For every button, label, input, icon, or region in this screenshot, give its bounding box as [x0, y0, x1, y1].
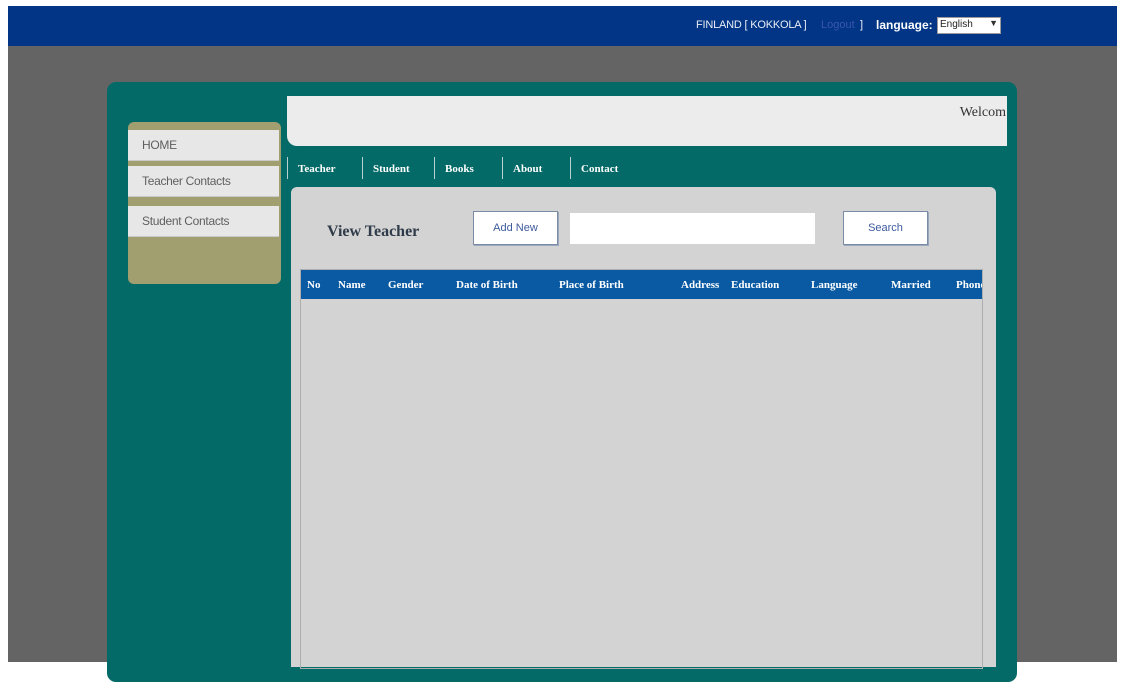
- tab-contact[interactable]: Contact: [570, 157, 642, 179]
- column-header-place-of-birth: Place of Birth: [559, 279, 624, 291]
- top-bar: FINLAND [ KOKKOLA ] Logout ] language: E…: [8, 6, 1117, 46]
- tab-student[interactable]: Student: [362, 157, 434, 179]
- header-band: Welcom: [287, 96, 1007, 146]
- search-input[interactable]: [570, 213, 815, 244]
- column-header-address: Address: [681, 279, 720, 291]
- page-title: View Teacher: [327, 223, 420, 240]
- sidebar-item-teacher-contacts[interactable]: Teacher Contacts: [128, 166, 279, 197]
- sidebar: HOME Teacher Contacts Student Contacts: [128, 122, 281, 284]
- language-selected-value: English: [940, 19, 973, 30]
- language-select[interactable]: English ▼: [937, 17, 1001, 34]
- welcome-text: Welcom: [959, 105, 1006, 120]
- column-header-phone: Phone: [956, 279, 982, 291]
- teacher-table: No Name Gender Date of Birth Place of Bi…: [300, 269, 983, 669]
- add-new-button[interactable]: Add New: [473, 211, 558, 245]
- content-panel: View Teacher Add New Search No Name Gend…: [291, 187, 996, 669]
- column-header-gender: Gender: [388, 279, 424, 291]
- table-header: No Name Gender Date of Birth Place of Bi…: [301, 270, 982, 299]
- sidebar-item-home[interactable]: HOME: [128, 130, 279, 161]
- tab-teacher[interactable]: Teacher: [287, 157, 362, 179]
- column-header-no: No: [307, 279, 321, 291]
- chevron-down-icon: ▼: [989, 18, 998, 28]
- column-header-date-of-birth: Date of Birth: [456, 279, 518, 291]
- logout-link[interactable]: Logout: [821, 19, 855, 32]
- column-header-married: Married: [891, 279, 931, 291]
- column-header-education: Education: [731, 279, 780, 291]
- location-separator: ]: [860, 19, 864, 31]
- column-header-language: Language: [811, 279, 858, 291]
- tab-about[interactable]: About: [502, 157, 570, 179]
- search-button[interactable]: Search: [843, 211, 928, 245]
- sidebar-item-student-contacts[interactable]: Student Contacts: [128, 206, 279, 237]
- language-label: language:: [876, 18, 933, 32]
- column-header-name: Name: [338, 279, 366, 291]
- location-text: FINLAND [ KOKKOLA ]: [696, 19, 807, 31]
- tab-books[interactable]: Books: [434, 157, 502, 179]
